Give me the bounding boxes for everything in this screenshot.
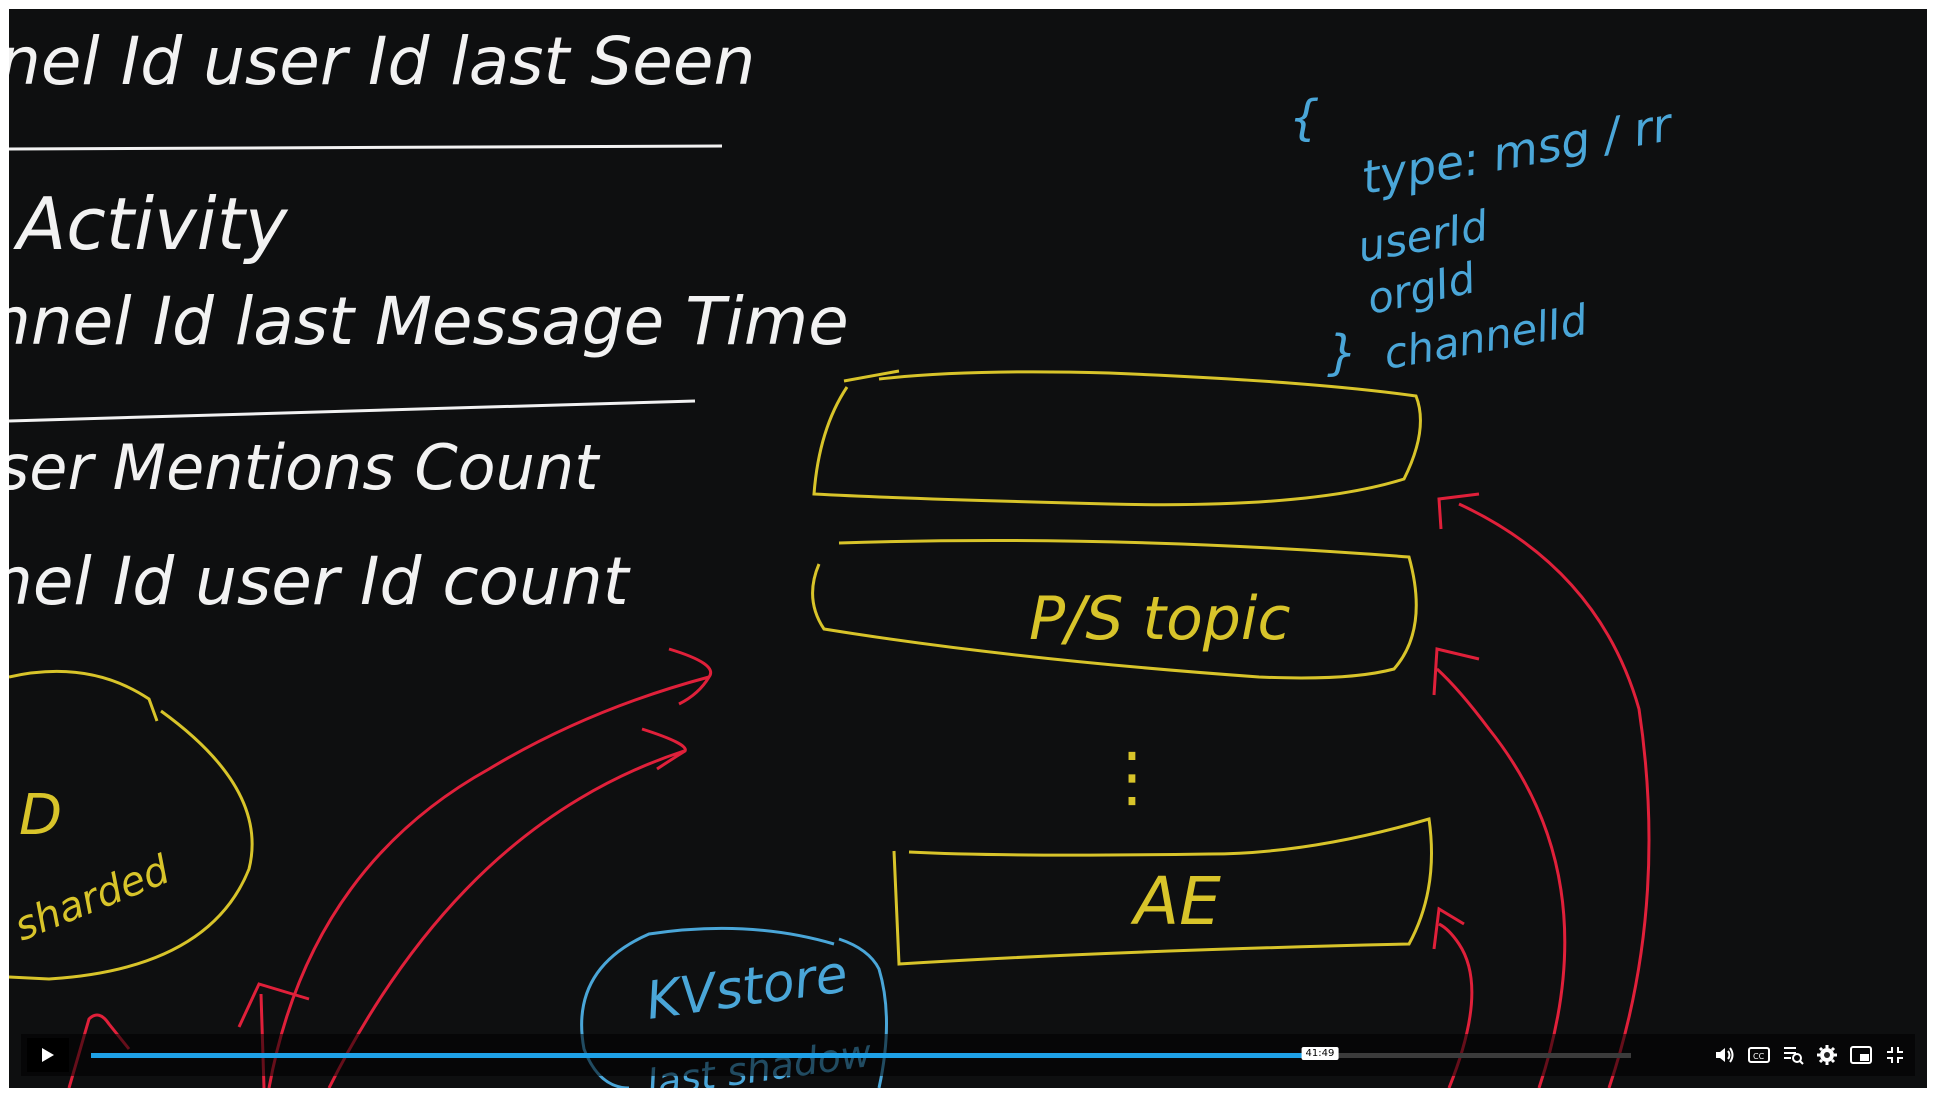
ae-label: AE — [1130, 863, 1221, 940]
settings-icon[interactable] — [1815, 1043, 1839, 1067]
field-userid: userId — [1354, 201, 1492, 272]
control-icons: CC — [1713, 1040, 1907, 1070]
field-type: type: msg / rr — [1358, 97, 1679, 205]
close-brace: } — [1327, 325, 1358, 381]
arrow-return — [1432, 647, 1567, 1088]
divider-line — [9, 144, 723, 151]
db-label: D — [19, 783, 62, 848]
mentions-columns: nel Id user Id count — [9, 543, 631, 620]
pip-icon[interactable] — [1849, 1043, 1873, 1067]
progress-timestamp: 41:49 — [1301, 1047, 1339, 1060]
progress-fill — [91, 1053, 1320, 1058]
player-controls: 41:49 CC — [21, 1034, 1915, 1076]
open-brace: { — [1289, 90, 1320, 146]
topic-label: P/S topic — [1029, 584, 1291, 654]
whiteboard-canvas: nel Id user Id last Seen Activity nnel I… — [9, 23, 1679, 1088]
progress-bar[interactable]: 41:49 — [91, 1047, 1631, 1060]
db-note: sharded — [9, 847, 177, 951]
captions-icon[interactable]: CC — [1747, 1043, 1771, 1067]
topic-box-top — [812, 369, 1422, 507]
divider-line — [9, 399, 696, 423]
transcript-icon[interactable] — [1781, 1043, 1805, 1067]
svg-text:CC: CC — [1753, 1052, 1765, 1061]
topic-ellipsis: ⋮ — [1099, 738, 1165, 815]
activity-title: Activity — [13, 182, 289, 266]
exit-fullscreen-icon[interactable] — [1883, 1043, 1907, 1067]
arrow-to-topic — [267, 647, 713, 1088]
activity-columns: nnel Id last Message Time — [9, 283, 849, 360]
kvstore-label: KVstore — [642, 944, 851, 1032]
play-icon — [42, 1048, 54, 1062]
video-frame[interactable]: nel Id user Id last Seen Activity nnel I… — [9, 9, 1927, 1088]
table-header-text: nel Id user Id last Seen — [9, 23, 755, 100]
mentions-title: ser Mentions Count — [9, 431, 601, 504]
volume-icon[interactable] — [1713, 1043, 1737, 1067]
play-button[interactable] — [27, 1038, 69, 1072]
